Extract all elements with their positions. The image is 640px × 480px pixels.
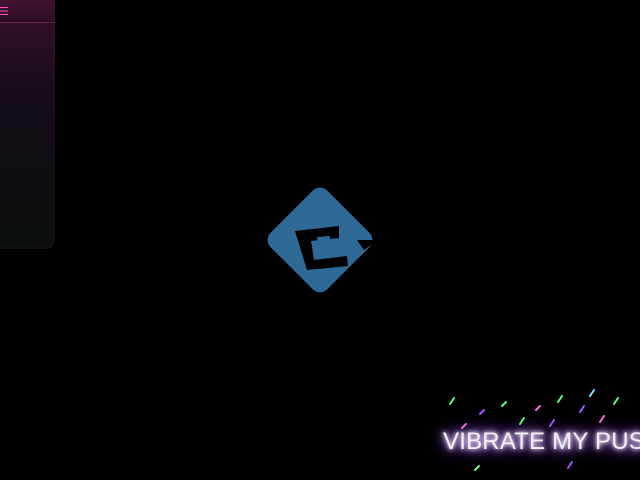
confetti-piece xyxy=(519,417,525,425)
e-logo-icon xyxy=(267,187,378,293)
confetti-piece xyxy=(579,405,585,413)
confetti-piece xyxy=(474,465,480,471)
menu-icon[interactable]: ☰ xyxy=(0,5,13,19)
screen: ☰ VIBRATE MY PUS xyxy=(0,0,640,480)
confetti-piece xyxy=(535,405,541,411)
confetti-piece xyxy=(613,397,619,405)
marquee-text: VIBRATE MY PUS xyxy=(443,428,640,455)
confetti-piece xyxy=(479,409,485,415)
logo-bar xyxy=(317,236,330,247)
confetti-piece xyxy=(557,395,563,403)
confetti-piece xyxy=(589,389,595,397)
confetti-piece xyxy=(549,419,555,427)
confetti-piece xyxy=(449,397,455,405)
confetti-piece xyxy=(501,401,507,407)
side-panel-header: ☰ xyxy=(0,0,55,23)
confetti-piece xyxy=(599,415,605,423)
confetti-piece xyxy=(567,461,573,469)
side-panel[interactable]: ☰ xyxy=(0,0,55,249)
